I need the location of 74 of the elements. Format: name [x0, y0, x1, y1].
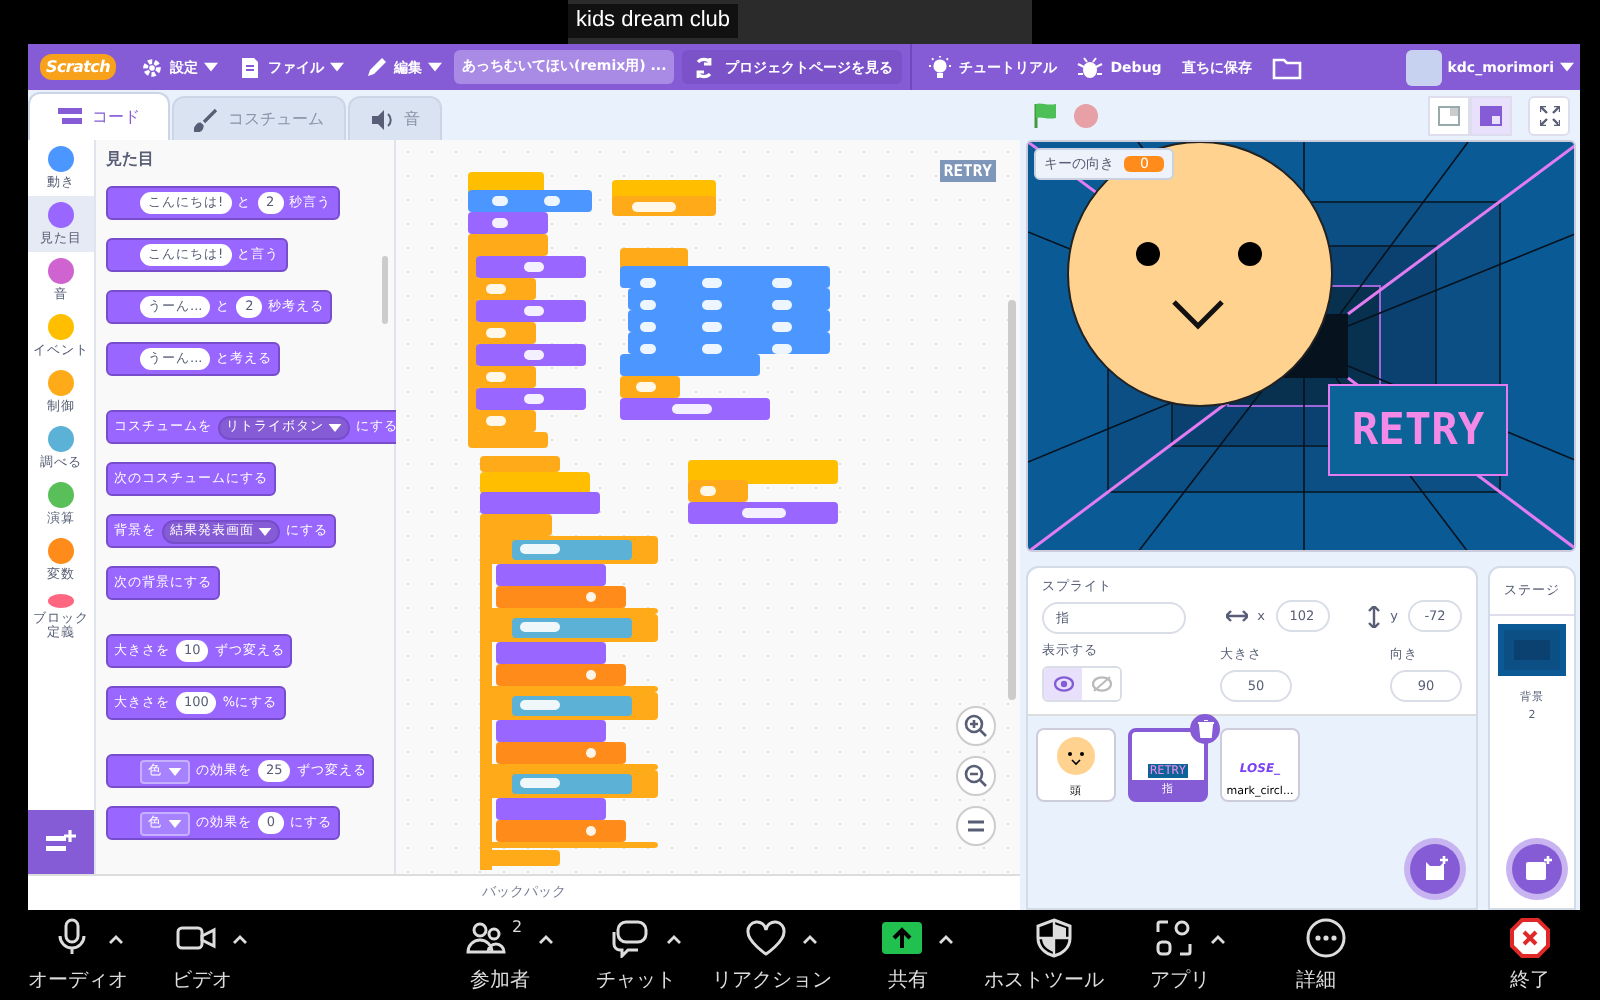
- cat-plus-icon: [1421, 855, 1449, 883]
- add-extension-button[interactable]: [28, 810, 94, 874]
- zoom-out-button[interactable]: [956, 756, 996, 796]
- horizontal-arrow-icon: [1225, 610, 1248, 622]
- sprite-thumbnail: RETRY: [939, 160, 996, 182]
- delete-button[interactable]: [1190, 714, 1220, 744]
- file-icon: [238, 55, 263, 79]
- toolbar-button[interactable]: 2 参加者: [432, 910, 568, 1000]
- eye-slash-icon: [1091, 676, 1111, 692]
- choose-sprite-button[interactable]: [1410, 844, 1460, 894]
- vertical-arrow-icon: [1368, 605, 1381, 627]
- share-screen-icon: [882, 918, 922, 958]
- lightbulb-icon: [928, 55, 953, 79]
- apps-icon: [1154, 918, 1194, 958]
- trash-icon: [1197, 720, 1213, 738]
- toolbar-button[interactable]: オーディオ: [16, 910, 140, 1000]
- editor-tab[interactable]: コード: [28, 92, 170, 140]
- show-button[interactable]: [1044, 668, 1082, 700]
- caret-icon: [330, 62, 345, 72]
- normal-stage-icon: [1480, 105, 1502, 125]
- bug-icon: [1076, 55, 1105, 79]
- refresh-icon: [692, 55, 717, 79]
- zoom-in-icon: [964, 714, 988, 738]
- choose-backdrop-button[interactable]: [1512, 844, 1562, 894]
- toolbar-button[interactable]: リアクション: [704, 910, 840, 1000]
- scrollbar-thumb[interactable]: [1008, 300, 1016, 700]
- reset-zoom-button[interactable]: [956, 806, 996, 846]
- caret-icon: [1560, 62, 1574, 72]
- stop-icon: [1074, 103, 1098, 127]
- speaker-icon: [370, 107, 394, 131]
- toolbar-button[interactable]: 終了: [1468, 910, 1592, 1000]
- smiley-face-icon: [1056, 736, 1096, 776]
- normal-stage-button[interactable]: [1470, 95, 1512, 135]
- avatar-icon: [1405, 49, 1442, 85]
- toolbar-button[interactable]: 共有: [840, 910, 976, 1000]
- zoom-in-button[interactable]: [956, 706, 996, 746]
- toolbar-button[interactable]: ビデオ: [140, 910, 264, 1000]
- zoom-out-icon: [964, 764, 988, 788]
- shield-icon: [1034, 918, 1074, 958]
- add-extension-icon: [45, 830, 77, 854]
- participant-name: kids dream club: [568, 4, 739, 38]
- backdrop-thumbnail[interactable]: [1498, 624, 1566, 676]
- chat-bubbles-icon: [610, 918, 650, 958]
- gear-icon: [140, 55, 165, 79]
- caret-icon: [168, 819, 182, 827]
- fullscreen-icon: [1539, 105, 1559, 125]
- toolbar-button[interactable]: アプリ: [1112, 910, 1248, 1000]
- equals-icon: [966, 818, 986, 834]
- eye-icon: [1053, 676, 1073, 692]
- pencil-icon: [364, 55, 389, 79]
- toolbar-button[interactable]: チャット: [568, 910, 704, 1000]
- toolbar-button[interactable]: ホストツール: [976, 910, 1112, 1000]
- caret-icon: [428, 62, 443, 72]
- heart-icon: [746, 918, 786, 958]
- small-stage-button[interactable]: [1428, 95, 1470, 135]
- paintbrush-icon: [194, 107, 218, 131]
- retry-sign: RETRY: [1328, 384, 1508, 476]
- category-heading: 見た目: [106, 148, 156, 168]
- participant-count: 2: [511, 918, 523, 936]
- small-stage-icon: [1438, 105, 1460, 125]
- caret-icon: [168, 767, 182, 775]
- code-blocks-icon: [58, 105, 82, 129]
- fullscreen-button[interactable]: [1528, 95, 1570, 135]
- caret-icon: [204, 62, 219, 72]
- flag-icon: [1032, 102, 1058, 128]
- caret-icon: [258, 527, 272, 535]
- scrollbar-thumb[interactable]: [382, 256, 388, 324]
- image-plus-icon: [1523, 856, 1551, 882]
- more-icon: [1306, 918, 1346, 958]
- caret-icon: [328, 423, 342, 431]
- folder-icon: [1271, 55, 1302, 79]
- participants-icon: [465, 918, 506, 958]
- toolbar-button[interactable]: 詳細: [1248, 910, 1384, 1000]
- end-icon: [1510, 918, 1550, 958]
